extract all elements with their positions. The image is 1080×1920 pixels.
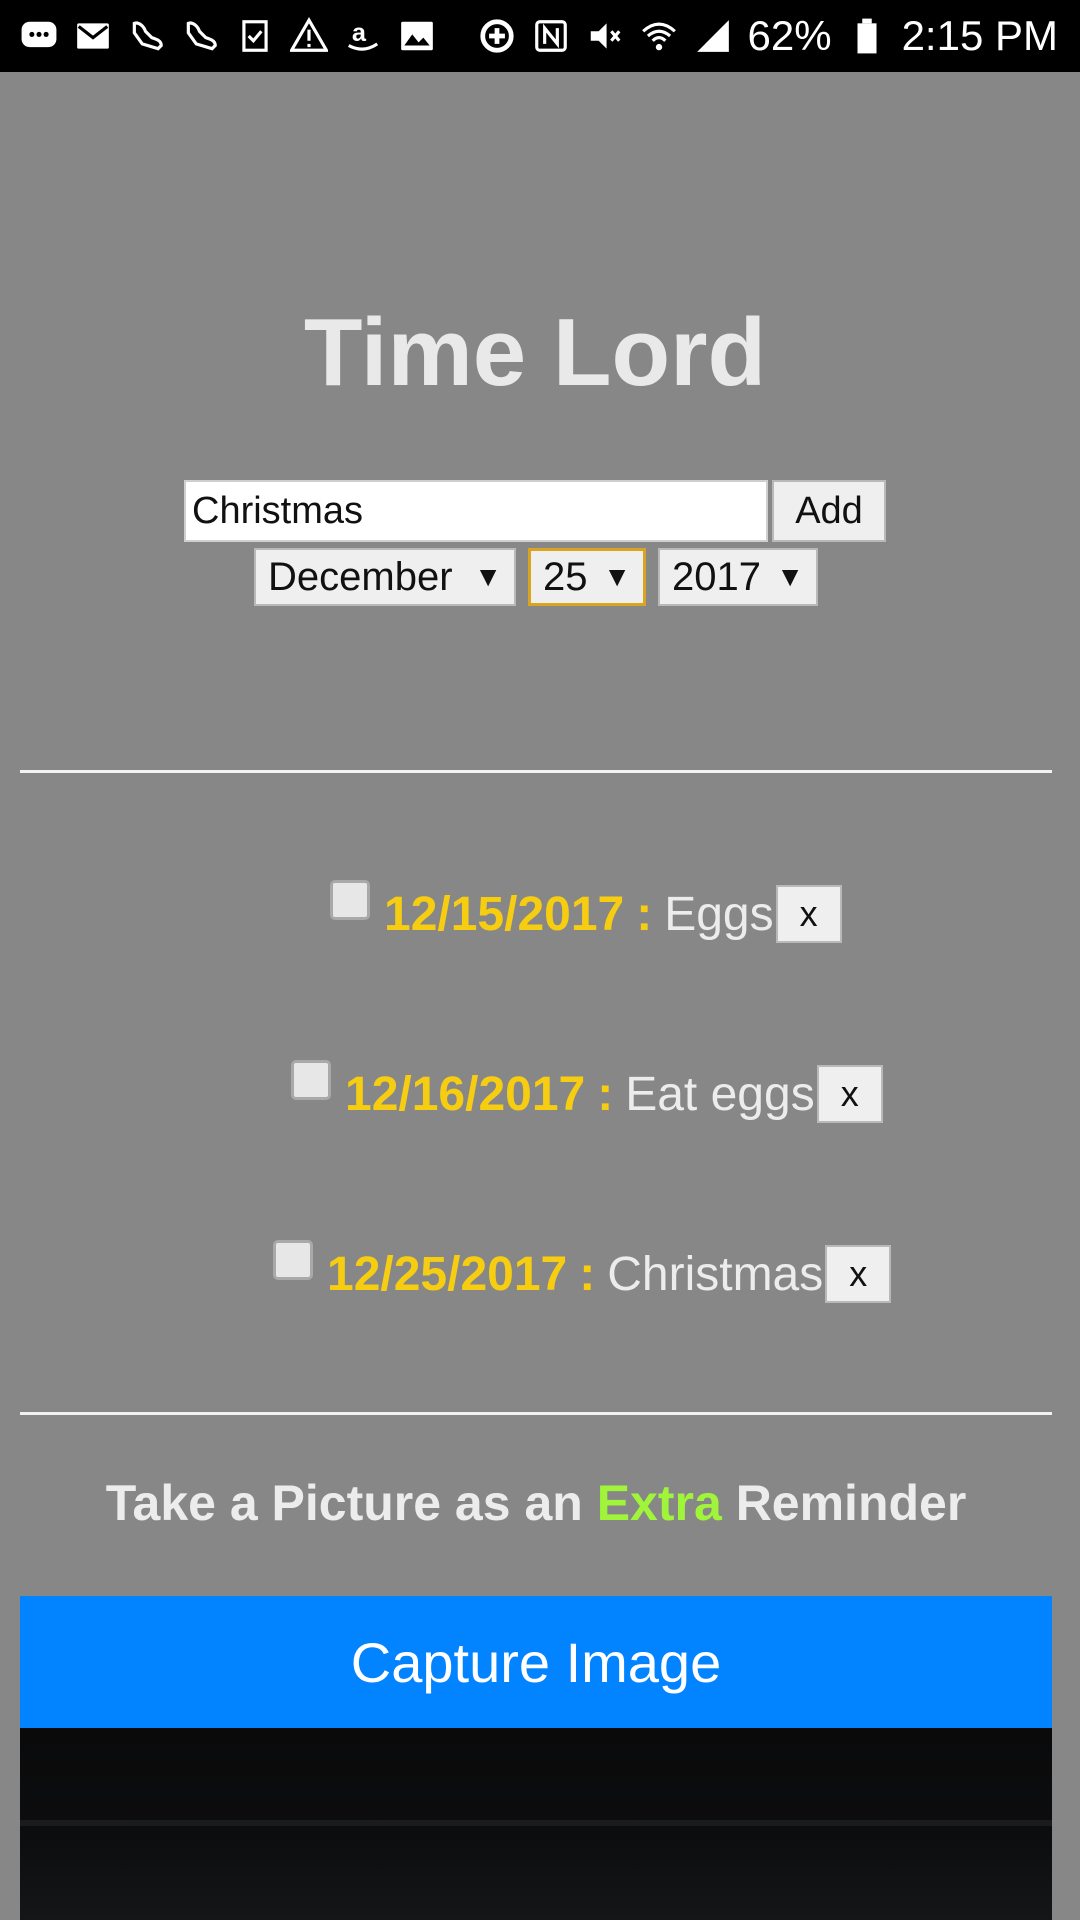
remove-task-button[interactable]: x — [816, 1065, 883, 1123]
warning-icon — [290, 17, 328, 55]
shoe-icon — [182, 17, 220, 55]
divider — [20, 770, 1052, 773]
battery-icon — [848, 17, 886, 55]
dropdown-arrow-icon: ▼ — [474, 561, 502, 592]
task-name: Christmas — [607, 1247, 824, 1301]
chat-icon — [20, 17, 58, 55]
nfc-icon — [532, 17, 570, 55]
task-date: 12/25/2017 — [327, 1247, 568, 1301]
task-checkbox[interactable] — [291, 1060, 331, 1100]
vibrate-icon — [586, 17, 624, 55]
reminder-suffix: Reminder — [735, 1475, 967, 1531]
sync-icon — [478, 17, 516, 55]
svg-text:a: a — [352, 19, 367, 47]
add-task-row: Add — [184, 480, 886, 542]
wifi-icon — [640, 17, 678, 55]
task-item: 12/16/2017 : Eat eggs x — [291, 1060, 883, 1126]
month-select[interactable]: December ▼ — [254, 548, 516, 606]
day-value: 25 — [543, 554, 588, 599]
app-title: Time Lord — [303, 299, 767, 406]
camera-preview — [20, 1728, 1052, 1920]
task-separator: : — [597, 1067, 614, 1121]
task-separator: : — [636, 887, 653, 941]
task-checkbox[interactable] — [330, 880, 370, 920]
image-icon — [398, 17, 436, 55]
task-checkbox[interactable] — [273, 1240, 313, 1280]
task-date: 12/16/2017 — [345, 1067, 586, 1121]
task-input[interactable] — [184, 480, 768, 542]
shoe-icon — [128, 17, 166, 55]
remove-task-button[interactable]: x — [775, 885, 842, 943]
dropdown-arrow-icon: ▼ — [603, 561, 631, 592]
system-icons: 62% 2:15 PM — [478, 12, 1058, 60]
task-name: Eggs — [664, 887, 774, 941]
year-value: 2017 — [672, 554, 761, 599]
notification-icons: a — [20, 17, 436, 55]
task-date: 12/15/2017 — [384, 887, 625, 941]
month-value: December — [268, 554, 453, 599]
checklist-icon — [236, 17, 274, 55]
capture-image-button[interactable]: Capture Image — [20, 1596, 1052, 1728]
clock: 2:15 PM — [901, 12, 1058, 59]
day-select[interactable]: 25 ▼ — [528, 548, 646, 606]
mail-icon — [74, 17, 112, 55]
reminder-prefix: Take a Picture as an — [105, 1475, 583, 1531]
battery-percent: 62% — [747, 12, 832, 59]
task-name: Eat eggs — [625, 1067, 815, 1121]
dropdown-arrow-icon: ▼ — [776, 561, 804, 592]
amazon-icon: a — [344, 17, 382, 55]
divider — [20, 1412, 1052, 1415]
add-button[interactable]: Add — [772, 480, 886, 542]
reminder-heading: Take a Picture as an Extra Reminder — [0, 1474, 1072, 1532]
date-picker-row: December ▼ 25 ▼ 2017 ▼ — [254, 548, 818, 606]
task-item: 12/15/2017 : Eggs x — [330, 880, 842, 946]
preview-band — [20, 1820, 1052, 1826]
year-select[interactable]: 2017 ▼ — [658, 548, 818, 606]
signal-icon — [694, 17, 732, 55]
task-item: 12/25/2017 : Christmas x — [273, 1240, 892, 1306]
remove-task-button[interactable]: x — [825, 1245, 892, 1303]
task-separator: : — [579, 1247, 596, 1301]
reminder-accent: Extra — [596, 1475, 722, 1531]
status-bar: a 62% 2:15 PM — [0, 0, 1080, 72]
